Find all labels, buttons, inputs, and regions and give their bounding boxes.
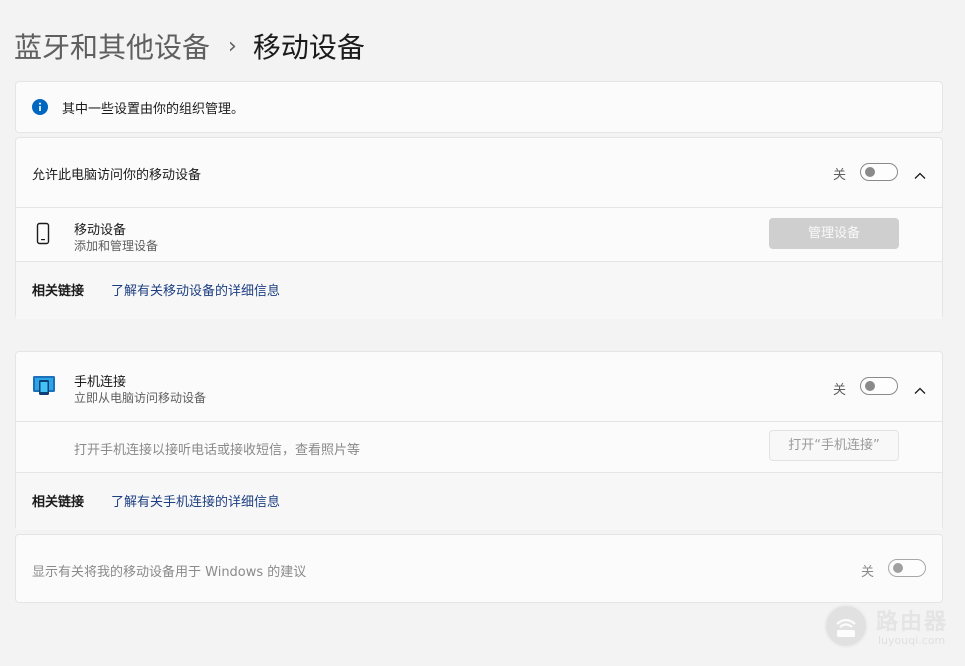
toggle-knob [865,167,875,177]
page-title: 移动设备 [252,31,365,64]
info-banner-text: 其中一些设置由你的组织管理。 [62,102,245,117]
mobile-access-header[interactable]: 允许此电脑访问你的移动设备 关 [16,138,942,207]
info-icon [32,99,48,115]
related-links-row: 相关链接 了解有关移动设备的详细信息 [16,262,942,319]
learn-more-mobile-link[interactable]: 了解有关移动设备的详细信息 [111,280,280,299]
related-links-row: 相关链接 了解有关手机连接的详细信息 [16,473,942,530]
suggestions-card: 显示有关将我的移动设备用于 Windows 的建议 关 [15,534,943,603]
mobile-access-toggle[interactable] [860,163,898,181]
related-links-label: 相关链接 [32,495,85,510]
toggle-knob [893,563,903,573]
mobile-device-title: 移动设备 [74,223,127,238]
phone-link-toggle[interactable] [860,377,898,395]
mobile-access-toggle-state: 关 [833,168,847,183]
manage-devices-button[interactable]: 管理设备 [769,218,899,249]
chevron-up-icon[interactable] [913,166,927,179]
breadcrumb-parent[interactable]: 蓝牙和其他设备 [14,26,210,66]
mobile-access-card: 允许此电脑访问你的移动设备 关 移动设备 添加和管理设备 管理设备 相关链接 了… [15,137,943,319]
breadcrumb-separator: › [228,33,237,59]
phone-link-toggle-state: 关 [833,383,847,398]
breadcrumb: 蓝牙和其他设备 › 移动设备 [14,26,365,66]
watermark-logo: 路由器 luyouqi.com [824,604,960,650]
toggle-knob [865,381,875,391]
info-banner: 其中一些设置由你的组织管理。 [15,81,943,133]
mobile-device-row: 移动设备 添加和管理设备 管理设备 [16,208,942,261]
phone-link-description: 打开手机连接以接听电话或接收短信，查看照片等 [74,443,361,458]
phone-link-title: 手机连接 [74,375,127,390]
phone-link-description-row: 打开手机连接以接听电话或接收短信，查看照片等 打开“手机连接” [16,422,942,472]
suggestions-toggle-state: 关 [861,565,875,580]
open-phone-link-button[interactable]: 打开“手机连接” [769,430,899,461]
watermark-title: 路由器 [876,610,949,635]
phone-link-subtitle: 立即从电脑访问移动设备 [74,391,207,405]
phone-link-app-icon [32,375,56,397]
learn-more-phone-link-link[interactable]: 了解有关手机连接的详细信息 [111,491,280,510]
watermark-subtitle: luyouqi.com [878,634,946,647]
mobile-access-title: 允许此电脑访问你的移动设备 [32,168,202,183]
router-logo-icon [824,604,868,648]
phone-link-header[interactable]: 手机连接 立即从电脑访问移动设备 关 [16,352,942,421]
related-links-label: 相关链接 [32,284,85,299]
suggestions-toggle[interactable] [888,559,926,577]
suggestions-text: 显示有关将我的移动设备用于 Windows 的建议 [32,565,307,580]
phone-icon [36,222,50,246]
mobile-device-subtitle: 添加和管理设备 [74,239,159,253]
phone-link-card: 手机连接 立即从电脑访问移动设备 关 打开手机连接以接听电话或接收短信，查看照片… [15,351,943,530]
chevron-up-icon[interactable] [913,381,927,394]
